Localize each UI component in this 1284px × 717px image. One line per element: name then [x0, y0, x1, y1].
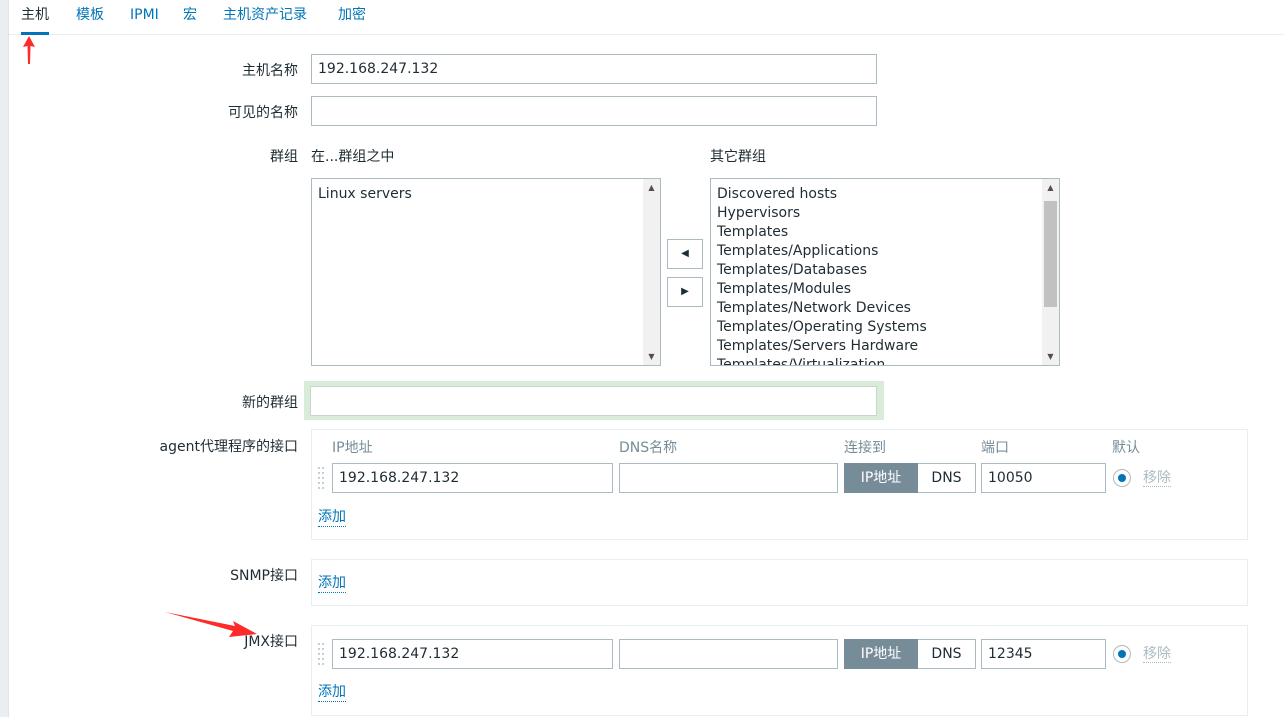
col-connect-to: 连接到 [844, 440, 886, 456]
tab-macros[interactable]: 宏 [183, 0, 197, 35]
scroll-up-icon[interactable]: ▲ [1042, 179, 1059, 196]
snmp-interface-label: SNMP接口 [230, 568, 298, 584]
jmx-port-input[interactable] [981, 639, 1106, 669]
tab-bar: 主机 模板 IPMI 宏 主机资产记录 加密 [9, 0, 1284, 35]
col-dns: DNS名称 [619, 440, 678, 456]
other-group-item[interactable]: Templates/Databases [711, 261, 1059, 280]
in-groups-scrollbar[interactable]: ▲ ▼ [643, 179, 660, 365]
visible-name-label: 可见的名称 [228, 105, 298, 121]
new-group-label: 新的群组 [242, 395, 298, 411]
scroll-down-icon[interactable]: ▼ [1042, 348, 1059, 365]
other-group-item[interactable]: Templates/Network Devices [711, 299, 1059, 318]
agent-interface-label: agent代理程序的接口 [159, 439, 298, 455]
scroll-down-icon[interactable]: ▼ [643, 348, 660, 365]
agent-connect-ip-button[interactable]: IP地址 [844, 463, 918, 493]
drag-handle-icon[interactable] [318, 643, 326, 665]
other-group-item[interactable]: Hypervisors [711, 204, 1059, 223]
host-name-label: 主机名称 [242, 63, 298, 79]
groups-label: 群组 [270, 149, 298, 165]
tab-encryption[interactable]: 加密 [338, 0, 366, 35]
jmx-interface-label: JMX接口 [244, 634, 298, 650]
other-groups-heading: 其它群组 [710, 149, 766, 165]
other-group-item[interactable]: Discovered hosts [711, 185, 1059, 204]
jmx-default-radio[interactable] [1113, 645, 1131, 663]
tab-templates[interactable]: 模板 [76, 0, 104, 35]
other-group-item[interactable]: Templates/Operating Systems [711, 318, 1059, 337]
jmx-add-link[interactable]: 添加 [318, 684, 346, 702]
agent-dns-input[interactable] [619, 463, 838, 493]
snmp-interface-panel [311, 559, 1248, 606]
agent-connect-dns-button[interactable]: DNS [918, 463, 976, 493]
snmp-add-link[interactable]: 添加 [318, 575, 346, 593]
col-port: 端口 [981, 440, 1009, 456]
visible-name-input[interactable] [311, 96, 877, 126]
host-name-input[interactable] [311, 54, 877, 84]
move-left-button[interactable]: ◀ [667, 239, 703, 269]
jmx-connect-ip-button[interactable]: IP地址 [844, 639, 918, 669]
in-groups-listbox[interactable]: Linux servers ▲ ▼ [311, 178, 661, 366]
tab-host[interactable]: 主机 [21, 0, 49, 35]
other-group-item[interactable]: Templates/Servers Hardware [711, 337, 1059, 356]
left-strip [0, 0, 9, 717]
new-group-input[interactable] [310, 386, 877, 416]
move-right-button[interactable]: ▶ [667, 277, 703, 307]
col-ip: IP地址 [332, 440, 373, 456]
agent-remove-link[interactable]: 移除 [1143, 470, 1171, 487]
agent-port-input[interactable] [981, 463, 1106, 493]
agent-default-radio[interactable] [1113, 469, 1131, 487]
other-groups-scrollbar[interactable]: ▲ ▼ [1042, 179, 1059, 365]
tab-ipmi[interactable]: IPMI [130, 0, 159, 35]
scroll-thumb[interactable] [1044, 201, 1057, 307]
jmx-connect-toggle: IP地址 DNS [844, 639, 976, 669]
drag-handle-icon[interactable] [318, 467, 326, 489]
other-groups-listbox[interactable]: Discovered hosts Hypervisors Templates T… [710, 178, 1060, 366]
other-group-item[interactable]: Templates/Applications [711, 242, 1059, 261]
agent-connect-toggle: IP地址 DNS [844, 463, 976, 493]
in-groups-heading: 在...群组之中 [311, 149, 395, 165]
other-group-item[interactable]: Templates/Virtualization [711, 356, 1059, 365]
col-default: 默认 [1112, 440, 1140, 456]
tab-inventory[interactable]: 主机资产记录 [223, 0, 307, 35]
annotation-arrow-up-icon [23, 36, 35, 64]
other-group-item[interactable]: Templates [711, 223, 1059, 242]
scroll-up-icon[interactable]: ▲ [643, 179, 660, 196]
agent-ip-input[interactable] [332, 463, 613, 493]
jmx-dns-input[interactable] [619, 639, 838, 669]
jmx-connect-dns-button[interactable]: DNS [918, 639, 976, 669]
in-group-item[interactable]: Linux servers [312, 185, 660, 204]
agent-add-link[interactable]: 添加 [318, 509, 346, 527]
other-group-item[interactable]: Templates/Modules [711, 280, 1059, 299]
jmx-remove-link[interactable]: 移除 [1143, 646, 1171, 663]
jmx-ip-input[interactable] [332, 639, 613, 669]
